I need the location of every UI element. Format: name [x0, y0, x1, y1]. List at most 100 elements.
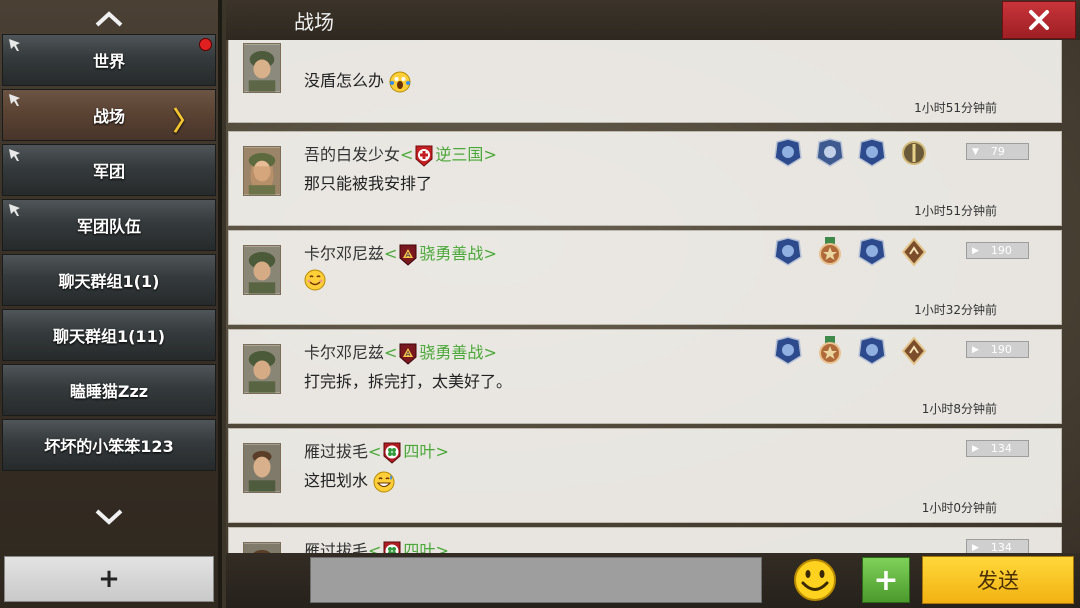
add-channel-button[interactable]: + — [4, 556, 214, 602]
sidebar-item-label: 聊天群组1(11) — [52, 327, 166, 346]
sender-name[interactable]: 卡尔邓尼兹< A 骁勇善战> — [304, 339, 497, 366]
page-title: 战场 — [294, 10, 334, 34]
shield-medal-icon — [858, 138, 886, 167]
message-text: 打完拆，拆完打，太美好了。 — [304, 372, 513, 391]
avatar[interactable] — [243, 245, 281, 295]
clover-emblem-icon — [383, 541, 401, 553]
medal-row — [774, 336, 934, 366]
sidebar-item-label: 聊天群组1(1) — [58, 272, 160, 291]
message-time: 1小时8分钟前 — [921, 402, 997, 416]
shield-medal-icon — [774, 138, 802, 167]
chat-input-bar: + 发送 — [226, 553, 1080, 608]
chat-feed[interactable]: 没盾怎么办 1小时51分钟前 吾的白发少女< 逆三国> 那只能被我安排了 ▼ 79 … — [226, 40, 1080, 553]
pin-icon — [9, 204, 20, 216]
bronze-medal-icon — [902, 141, 926, 165]
sidebar-item-sleepy-cat[interactable]: 瞌睡猫Zzz — [2, 364, 216, 416]
chat-message: 卡尔邓尼兹< A 骁勇善战> 打完拆，拆完打，太美好了。 ▶ 190 1小时8分钟前 — [228, 329, 1062, 424]
chat-message: 吾的白发少女< 逆三国> 那只能被我安排了 ▼ 79 1小时51分钟前 — [228, 131, 1062, 226]
rank-badge: ▶ 134 — [966, 539, 1029, 553]
sidebar-item-battlefield[interactable]: 战场 〉 — [2, 89, 216, 141]
sidebar-item-world[interactable]: 世界 — [2, 34, 216, 86]
play-triangle-icon: ▶ — [972, 443, 979, 454]
sidebar-item-label: 战场 — [92, 107, 125, 126]
attach-button[interactable]: + — [862, 557, 910, 603]
emoji-button[interactable] — [792, 557, 838, 603]
rank-badge: ▶ 134 — [966, 440, 1029, 457]
chat-message: 没盾怎么办 1小时51分钟前 — [228, 40, 1062, 123]
close-button[interactable] — [1002, 1, 1076, 39]
chat-message: 雁过拔毛< 四叶> 这把划水 ▶ 134 1小时0分钟前 — [228, 428, 1062, 523]
header-bar: 战场 — [226, 0, 1080, 40]
svg-text:A: A — [406, 350, 411, 358]
clover-emblem-icon — [383, 442, 401, 464]
smiley-icon — [794, 559, 836, 601]
sidebar-item-label: 军团队伍 — [76, 217, 141, 236]
star-medal-icon — [819, 237, 841, 265]
message-time: 1小时51分钟前 — [914, 204, 997, 218]
shield-medal-icon — [858, 237, 886, 266]
rank-badge: ▼ 79 — [966, 143, 1029, 160]
message-time: 1小时51分钟前 — [914, 101, 997, 115]
medal-row — [774, 138, 934, 168]
sidebar-item-group-2[interactable]: 聊天群组1(11) — [2, 309, 216, 361]
avatar[interactable] — [243, 344, 281, 394]
scroll-down-icon[interactable] — [0, 500, 218, 534]
down-triangle-icon: ▼ — [972, 146, 979, 157]
message-text — [304, 269, 326, 291]
diamond-medal-icon — [901, 336, 927, 366]
play-triangle-icon: ▶ — [972, 542, 979, 553]
sender-name[interactable]: 雁过拔毛< 四叶> — [304, 537, 449, 553]
shield-medal-icon — [774, 336, 802, 365]
pin-icon — [9, 94, 20, 106]
svg-text:A: A — [406, 251, 411, 259]
rank-a-emblem-icon: A — [399, 244, 417, 266]
play-triangle-icon: ▶ — [972, 344, 979, 355]
star-medal-icon — [819, 336, 841, 364]
avatar[interactable] — [243, 146, 281, 196]
sidebar-item-label: 坏坏的小笨笨123 — [44, 437, 174, 456]
message-text: 那只能被我安排了 — [304, 174, 433, 193]
play-triangle-icon: ▶ — [972, 245, 979, 256]
sidebar-item-label: 军团 — [92, 162, 125, 181]
chat-input[interactable] — [310, 557, 762, 603]
rank-badge: ▶ 190 — [966, 242, 1029, 259]
avatar[interactable] — [243, 542, 281, 553]
shield-medal-icon — [858, 336, 886, 365]
pin-icon — [9, 149, 20, 161]
shield-medal-icon — [816, 138, 844, 167]
sender-name[interactable]: 吾的白发少女< 逆三国> — [304, 141, 497, 168]
chat-message: 卡尔邓尼兹< A 骁勇善战> ▶ 190 1小时32分钟前 — [228, 230, 1062, 325]
sidebar-item-bad-dummy[interactable]: 坏坏的小笨笨123 — [2, 419, 216, 471]
avatar[interactable] — [243, 43, 281, 93]
sidebar-item-legion[interactable]: 军团 — [2, 144, 216, 196]
sidebar-item-legion-team[interactable]: 军团队伍 — [2, 199, 216, 251]
channel-sidebar: 世界 战场 〉 军团 军团队伍 聊天群组1(1) 聊天群组1(11) 瞌睡猫Zz… — [0, 0, 222, 608]
unread-dot — [199, 38, 212, 51]
sender-name[interactable]: 卡尔邓尼兹< A 骁勇善战> — [304, 240, 497, 267]
chevron-right-icon: 〉 — [172, 107, 199, 137]
medal-row — [774, 237, 934, 267]
sender-name[interactable]: 雁过拔毛< 四叶> — [304, 438, 449, 465]
send-button[interactable]: 发送 — [922, 556, 1074, 604]
red-cross-emblem-icon — [415, 145, 433, 167]
message-time: 1小时0分钟前 — [921, 501, 997, 515]
close-icon — [1029, 10, 1049, 30]
rank-badge: ▶ 190 — [966, 341, 1029, 358]
diamond-medal-icon — [901, 237, 927, 267]
scream-emoji-icon — [389, 71, 411, 92]
pin-icon — [9, 39, 20, 51]
sidebar-item-label: 瞌睡猫Zzz — [69, 382, 149, 401]
smile-emoji-icon — [304, 269, 326, 291]
avatar[interactable] — [243, 443, 281, 493]
sidebar-item-group-1[interactable]: 聊天群组1(1) — [2, 254, 216, 306]
message-time: 1小时32分钟前 — [914, 303, 997, 317]
medal-row — [774, 40, 934, 65]
chat-message: 雁过拔毛< 四叶> ▶ 134 — [228, 527, 1062, 553]
sweat-smile-emoji-icon — [373, 471, 395, 492]
scroll-up-icon[interactable] — [0, 2, 218, 36]
sidebar-item-label: 世界 — [92, 52, 125, 71]
message-text: 这把划水 — [304, 467, 395, 493]
rank-a-emblem-icon: A — [399, 343, 417, 365]
message-text: 没盾怎么办 — [304, 67, 411, 93]
shield-medal-icon — [774, 237, 802, 266]
